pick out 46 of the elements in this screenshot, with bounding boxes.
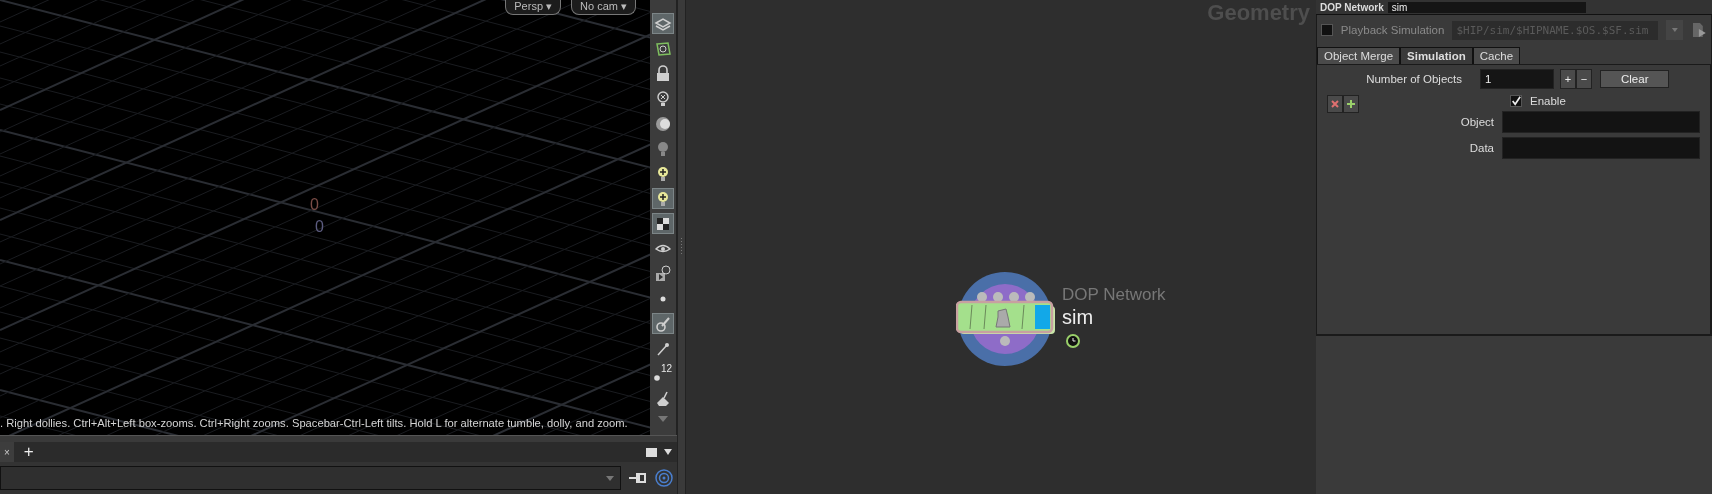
node-name[interactable]: sim: [1062, 306, 1094, 329]
path-field[interactable]: [0, 466, 621, 490]
checkbox-label: Enable: [1530, 95, 1566, 107]
close-tab-button[interactable]: ×: [0, 442, 14, 462]
pin-icon[interactable]: [627, 470, 649, 486]
scroll-down-icon[interactable]: [657, 415, 669, 423]
checkbox[interactable]: [1510, 95, 1522, 107]
caret-icon[interactable]: [663, 448, 673, 456]
insert-instance-icon[interactable]: [1343, 95, 1359, 113]
text-field[interactable]: [1502, 137, 1700, 159]
checkbox[interactable]: [1321, 24, 1333, 36]
point-numbers-button[interactable]: 12: [652, 363, 674, 384]
tab[interactable]: Cache: [1472, 47, 1521, 64]
file-chooser-icon[interactable]: [1691, 21, 1707, 39]
number-field[interactable]: 1: [1480, 69, 1554, 89]
checkbox-label: Playback Simulation: [1340, 24, 1445, 36]
node-name-field[interactable]: sim: [1387, 1, 1586, 13]
remove-button[interactable]: −: [1576, 69, 1592, 89]
node-type-label: DOP Network: [1320, 1, 1384, 13]
grid-label: 0: [310, 196, 319, 214]
viewport-hint: . Right dollies. Ctrl+Alt+Left box-zooms. Ctrl+Right zooms. Spacebar-Ctrl-Left tilts. Hold L for alternate tumble, dolly, and zoom.: [0, 417, 628, 430]
splitter-grip-icon[interactable]: [680, 238, 683, 256]
camera-menu-button[interactable]: Persp ▾: [505, 0, 562, 15]
grid-label: 0: [315, 218, 324, 236]
viewport[interactable]: 0 0 Persp ▾ No cam ▾ . Right dollies. Ctrl+Alt+Left box-zooms. Ctrl+Right zooms. Spacebar-Ctrl-Left tilts. Hold L for alternate tumble, dolly, and zoom.: [0, 0, 651, 436]
brush-icon[interactable]: [652, 313, 674, 334]
camera-menu-button[interactable]: No cam ▾: [571, 0, 637, 15]
remove-instance-icon[interactable]: [1327, 95, 1343, 113]
pane-layout-icon[interactable]: [646, 447, 657, 457]
parameter-label: Object: [1459, 116, 1494, 128]
dop-network-node[interactable]: [956, 271, 1058, 367]
clock-icon: [1066, 334, 1080, 348]
node-type-label: DOP Network: [1062, 285, 1166, 305]
target-icon[interactable]: [655, 469, 673, 487]
tab[interactable]: Simulation: [1400, 47, 1473, 64]
cube-icon[interactable]: [652, 213, 674, 234]
add-button[interactable]: +: [1560, 69, 1576, 89]
clear-button[interactable]: Clear: [1600, 70, 1670, 88]
dot-icon: [653, 375, 660, 381]
text-field[interactable]: [1502, 111, 1700, 133]
parameter-label: Number of Objects: [1365, 73, 1462, 85]
tab[interactable]: Object Merge: [1317, 47, 1401, 64]
parameter-label: Data: [1468, 142, 1494, 154]
bulb-plus-icon[interactable]: [652, 188, 674, 209]
layers-icon[interactable]: [652, 13, 674, 34]
add-tab-button[interactable]: +: [19, 443, 38, 461]
